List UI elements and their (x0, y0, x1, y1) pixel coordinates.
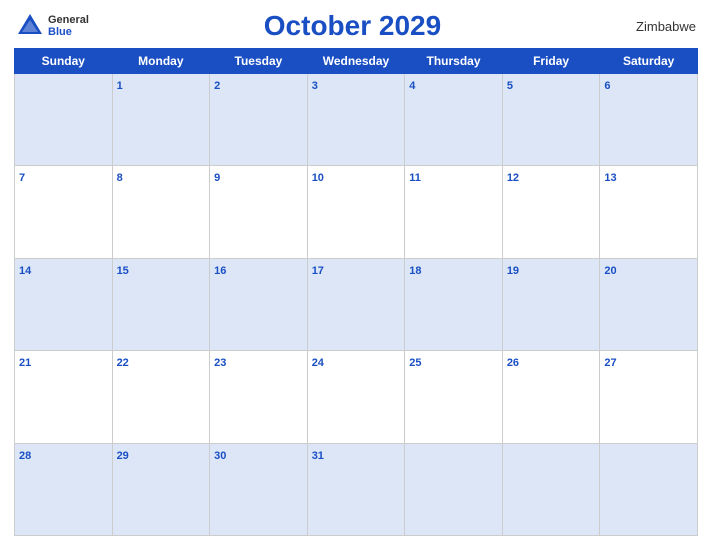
calendar-cell: 28 (15, 443, 113, 535)
weekday-wednesday: Wednesday (307, 49, 405, 74)
calendar-cell: 11 (405, 166, 503, 258)
calendar-cell: 8 (112, 166, 210, 258)
calendar-cell: 14 (15, 258, 113, 350)
day-number: 1 (117, 80, 123, 92)
day-number: 2 (214, 80, 220, 92)
calendar-cell (600, 443, 698, 535)
calendar-week-row: 1 2 3 4 5 6 (15, 74, 698, 166)
calendar-cell: 19 (502, 258, 600, 350)
logo: General Blue (16, 12, 89, 40)
calendar-cell: 29 (112, 443, 210, 535)
calendar-week-row: 28 29 30 31 (15, 443, 698, 535)
calendar-week-row: 7 8 9 10 11 12 13 (15, 166, 698, 258)
calendar-cell: 22 (112, 351, 210, 443)
day-number: 22 (117, 357, 129, 369)
calendar-cell: 17 (307, 258, 405, 350)
calendar-cell: 25 (405, 351, 503, 443)
day-number: 9 (214, 172, 220, 184)
calendar-cell: 21 (15, 351, 113, 443)
calendar-cell: 31 (307, 443, 405, 535)
weekday-header-row: SundayMondayTuesdayWednesdayThursdayFrid… (15, 49, 698, 74)
day-number: 20 (604, 265, 616, 277)
calendar-cell: 13 (600, 166, 698, 258)
calendar-cell: 5 (502, 74, 600, 166)
calendar-cell: 26 (502, 351, 600, 443)
calendar-cell: 12 (502, 166, 600, 258)
weekday-monday: Monday (112, 49, 210, 74)
calendar-cell: 15 (112, 258, 210, 350)
day-number: 11 (409, 172, 421, 184)
day-number: 17 (312, 265, 324, 277)
calendar-cell: 4 (405, 74, 503, 166)
day-number: 3 (312, 80, 318, 92)
calendar-cell (502, 443, 600, 535)
day-number: 31 (312, 450, 324, 462)
weekday-sunday: Sunday (15, 49, 113, 74)
calendar-cell: 24 (307, 351, 405, 443)
calendar-table: SundayMondayTuesdayWednesdayThursdayFrid… (14, 48, 698, 536)
day-number: 23 (214, 357, 226, 369)
day-number: 25 (409, 357, 421, 369)
day-number: 5 (507, 80, 513, 92)
calendar-cell: 20 (600, 258, 698, 350)
day-number: 18 (409, 265, 421, 277)
day-number: 8 (117, 172, 123, 184)
weekday-tuesday: Tuesday (210, 49, 308, 74)
day-number: 15 (117, 265, 129, 277)
day-number: 19 (507, 265, 519, 277)
calendar-cell: 1 (112, 74, 210, 166)
country-label: Zimbabwe (616, 19, 696, 34)
calendar-week-row: 14 15 16 17 18 19 20 (15, 258, 698, 350)
calendar-header: General Blue October 2029 Zimbabwe (14, 10, 698, 42)
day-number: 21 (19, 357, 31, 369)
day-number: 14 (19, 265, 31, 277)
calendar-cell (405, 443, 503, 535)
month-title: October 2029 (89, 10, 616, 42)
calendar-cell (15, 74, 113, 166)
calendar-cell: 16 (210, 258, 308, 350)
day-number: 26 (507, 357, 519, 369)
day-number: 29 (117, 450, 129, 462)
day-number: 6 (604, 80, 610, 92)
day-number: 30 (214, 450, 226, 462)
weekday-friday: Friday (502, 49, 600, 74)
weekday-thursday: Thursday (405, 49, 503, 74)
calendar-cell: 18 (405, 258, 503, 350)
day-number: 12 (507, 172, 519, 184)
calendar-cell: 30 (210, 443, 308, 535)
calendar-cell: 10 (307, 166, 405, 258)
day-number: 27 (604, 357, 616, 369)
logo-blue-text: Blue (48, 26, 89, 38)
calendar-cell: 7 (15, 166, 113, 258)
day-number: 10 (312, 172, 324, 184)
day-number: 13 (604, 172, 616, 184)
calendar-cell: 6 (600, 74, 698, 166)
calendar-week-row: 21 22 23 24 25 26 27 (15, 351, 698, 443)
day-number: 7 (19, 172, 25, 184)
calendar-cell: 23 (210, 351, 308, 443)
logo-general-text: General (48, 14, 89, 26)
logo-icon (16, 12, 44, 40)
day-number: 16 (214, 265, 226, 277)
calendar-cell: 3 (307, 74, 405, 166)
calendar-cell: 2 (210, 74, 308, 166)
logo-text: General Blue (48, 14, 89, 38)
calendar-cell: 27 (600, 351, 698, 443)
calendar-cell: 9 (210, 166, 308, 258)
day-number: 4 (409, 80, 415, 92)
day-number: 28 (19, 450, 31, 462)
day-number: 24 (312, 357, 324, 369)
weekday-saturday: Saturday (600, 49, 698, 74)
